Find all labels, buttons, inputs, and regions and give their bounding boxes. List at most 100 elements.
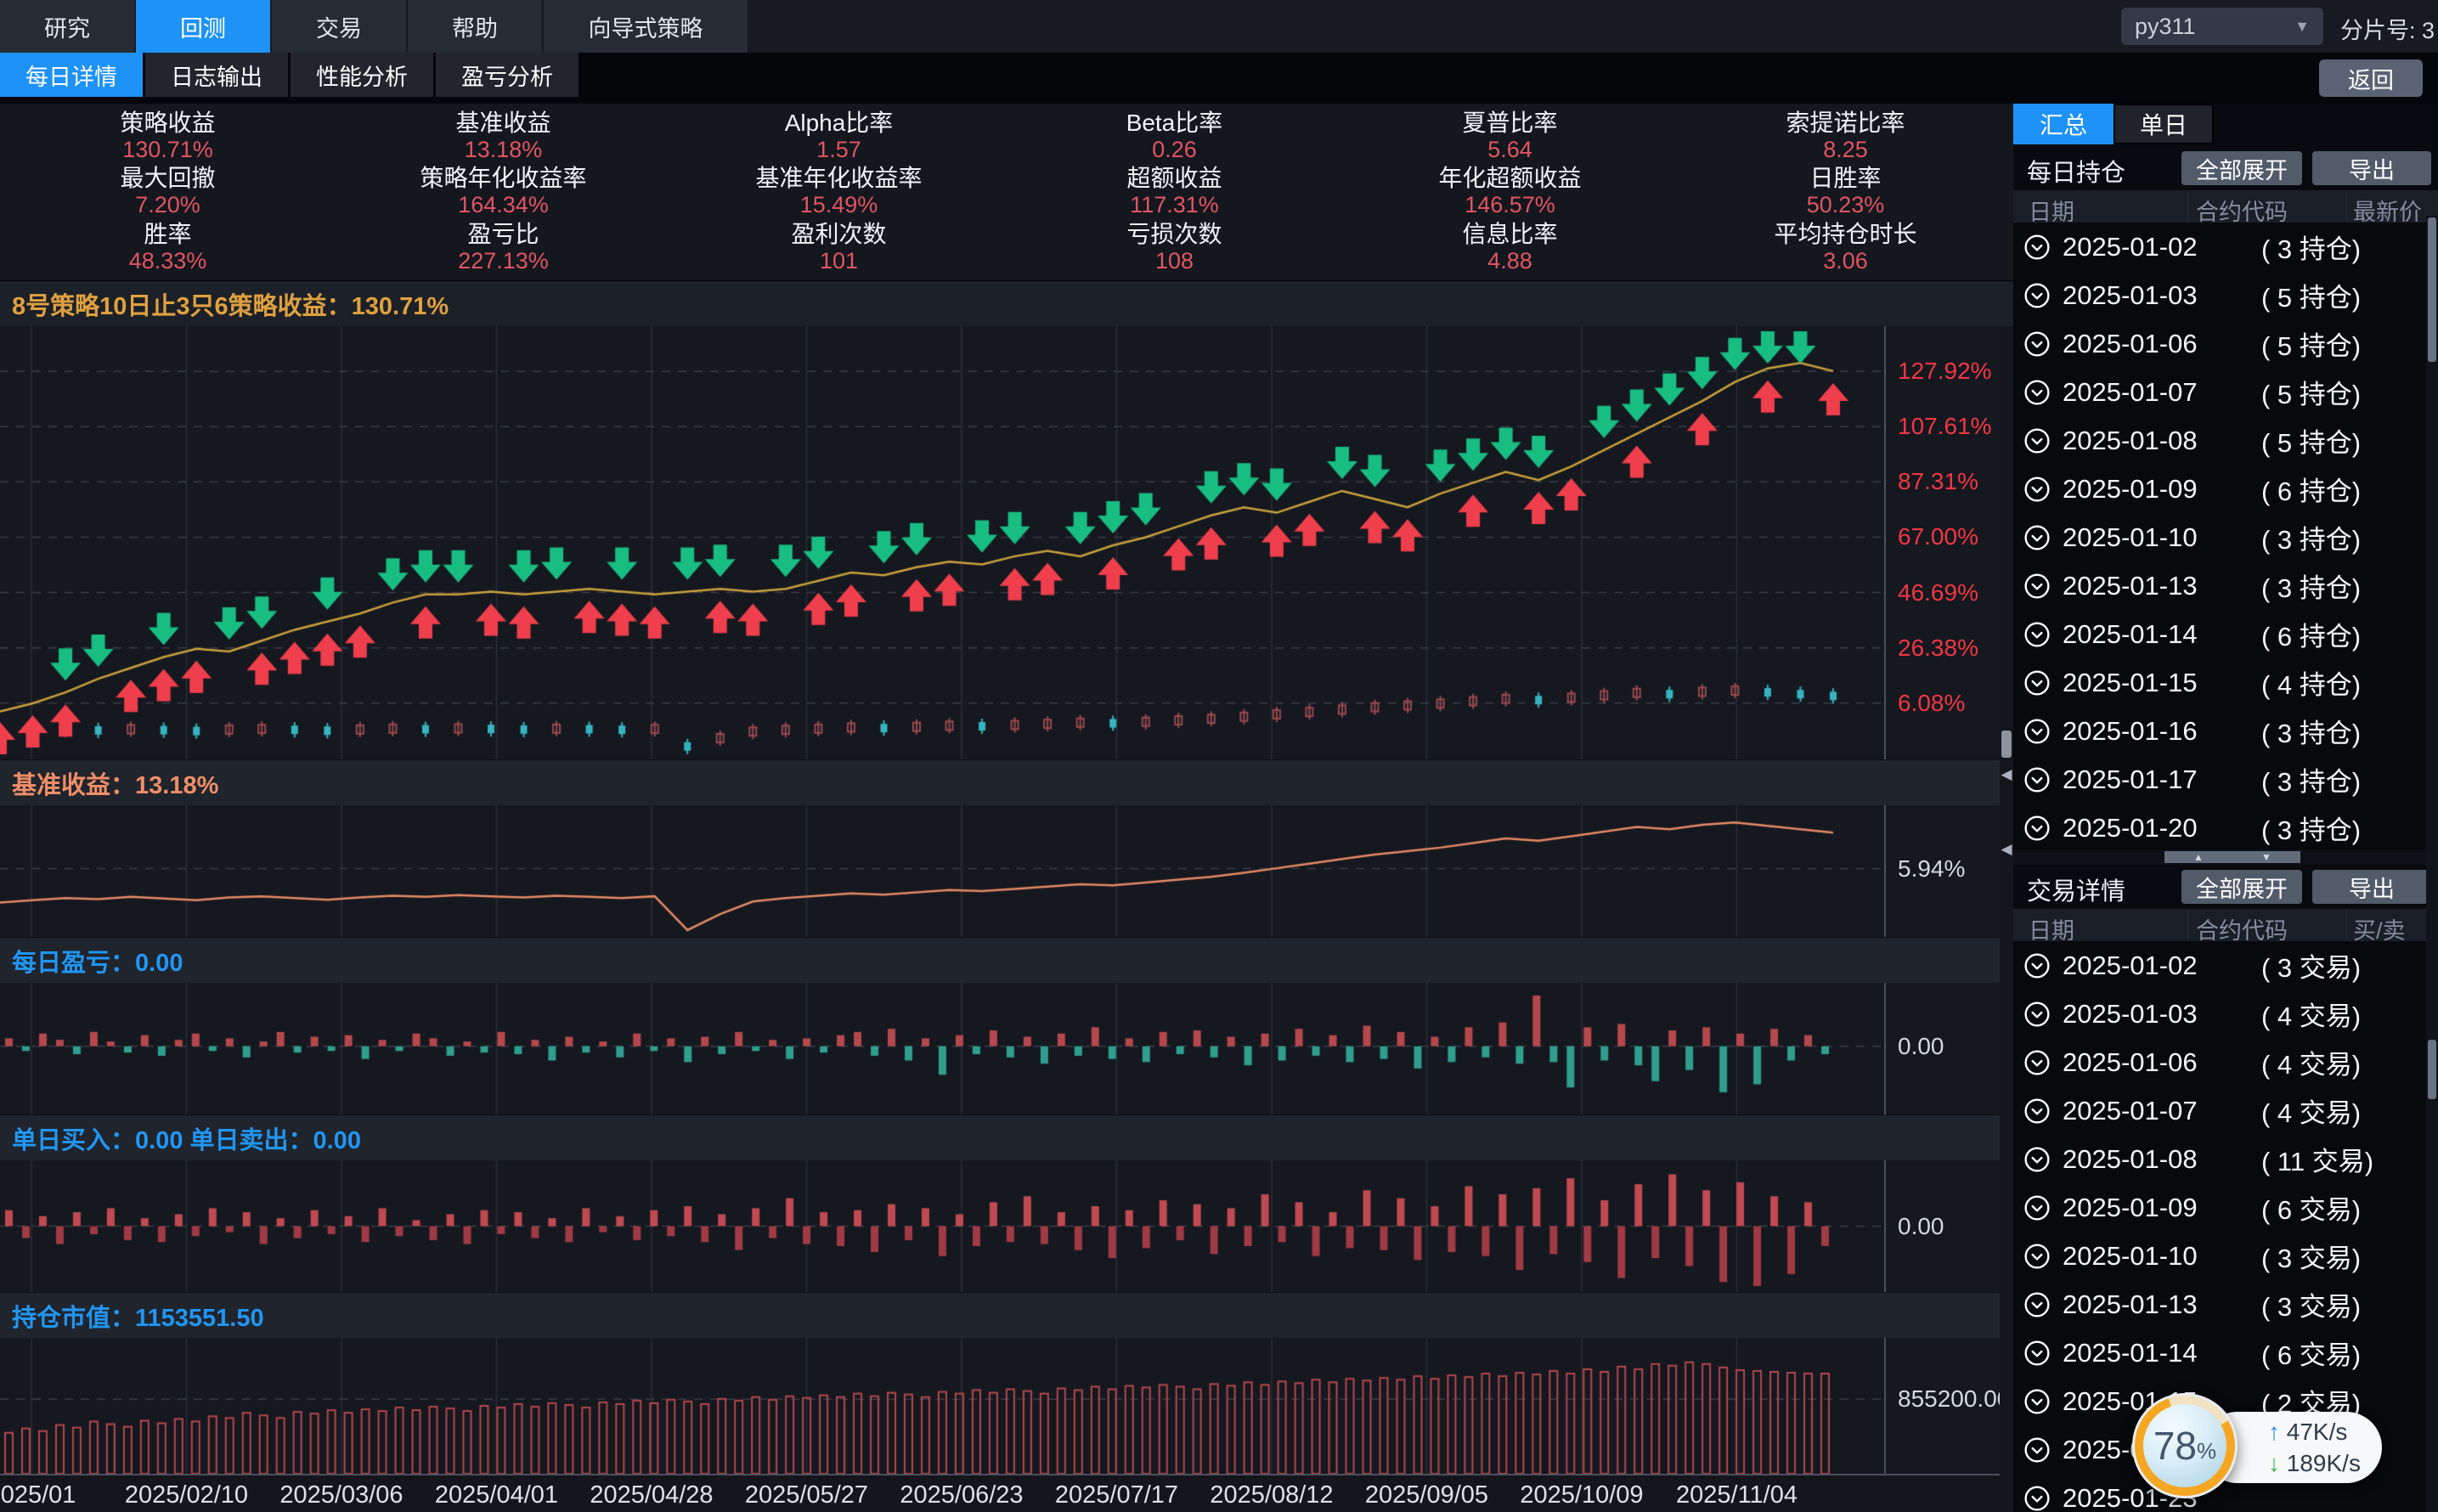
x-tick-2025/08/12: 2025/08/12	[1210, 1481, 1333, 1509]
tab-日志输出[interactable]: 日志输出	[145, 53, 288, 97]
trade-row[interactable]: 2025-01-06( 4 交易)	[2013, 1038, 2438, 1086]
charts-scrollbar-thumb[interactable]	[2001, 731, 2012, 758]
trade-count: ( 6 交易)	[2261, 1334, 2361, 1372]
metric-label: 盈亏比	[467, 221, 539, 248]
chevron-down-circle-icon[interactable]	[2023, 1485, 2051, 1512]
y-tick-46.69%: 46.69%	[1898, 579, 1978, 606]
chevron-down-circle-icon[interactable]	[2023, 330, 2051, 358]
chevron-down-circle-icon[interactable]	[2023, 952, 2051, 979]
trade-row[interactable]: 2025-01-02( 3 交易)	[2013, 941, 2438, 990]
holding-row[interactable]: 2025-01-06( 5 持仓)	[2013, 319, 2438, 368]
tab-单日[interactable]: 单日	[2113, 104, 2214, 144]
shard-label: 分片号: 3	[2340, 12, 2435, 45]
chevron-down-circle-icon[interactable]	[2023, 718, 2051, 745]
trade-row[interactable]: 2025-01-03( 4 交易)	[2013, 990, 2438, 1038]
chevron-down-circle-icon[interactable]	[2023, 573, 2051, 600]
daily-pnl-chart-canvas	[0, 983, 1884, 1114]
chevron-down-circle-icon[interactable]	[2023, 815, 2051, 842]
holding-count: ( 3 持仓)	[2261, 518, 2361, 556]
nav-item-向导式策略[interactable]: 向导式策略	[544, 0, 748, 53]
python-env-select[interactable]: py311 ▼	[2121, 8, 2323, 45]
chevron-down-circle-icon[interactable]	[2023, 1049, 2051, 1076]
trades-scrollbar-thumb[interactable]	[2428, 1040, 2436, 1099]
splitter-handle[interactable]: ▲ ▼	[2164, 851, 2300, 863]
chevron-down-circle-icon[interactable]	[2023, 427, 2051, 454]
chevron-down-circle-icon[interactable]	[2023, 1001, 2051, 1028]
metric-平均持仓时长: 平均持仓时长3.06	[1678, 220, 2013, 275]
trade-row[interactable]: 2025-01-13( 3 交易)	[2013, 1280, 2438, 1329]
chevron-down-circle-icon[interactable]	[2023, 1194, 2051, 1221]
tab-性能分析[interactable]: 性能分析	[291, 53, 433, 97]
holding-row[interactable]: 2025-01-15( 4 持仓)	[2013, 658, 2438, 707]
holding-row[interactable]: 2025-01-10( 3 持仓)	[2013, 513, 2438, 561]
holding-date: 2025-01-14	[2063, 619, 2214, 650]
holding-row[interactable]: 2025-01-16( 3 持仓)	[2013, 707, 2438, 755]
x-tick-2025/09/05: 2025/09/05	[1365, 1481, 1488, 1509]
trade-row[interactable]: 2025-01-08( 11 交易)	[2013, 1135, 2438, 1183]
tab-盈亏分析[interactable]: 盈亏分析	[436, 53, 578, 97]
chevron-down-circle-icon[interactable]	[2023, 621, 2051, 648]
holding-row[interactable]: 2025-01-08( 5 持仓)	[2013, 416, 2438, 465]
chevron-down-circle-icon[interactable]	[2023, 669, 2051, 697]
splitter-down-icon[interactable]: ▼	[2261, 852, 2272, 862]
trade-row[interactable]: 2025-01-07( 4 交易)	[2013, 1086, 2438, 1135]
holding-row[interactable]: 2025-01-20( 3 持仓)	[2013, 804, 2438, 849]
chevron-down-circle-icon[interactable]	[2023, 476, 2051, 503]
chevron-down-circle-icon[interactable]	[2023, 379, 2051, 406]
metric-基准收益: 基准收益13.18%	[336, 109, 671, 164]
metric-value: 50.23%	[1807, 192, 1885, 218]
holding-row[interactable]: 2025-01-17( 3 持仓)	[2013, 755, 2438, 804]
metric-基准年化收益率: 基准年化收益率15.49%	[671, 164, 1007, 219]
splitter-up-icon[interactable]: ▲	[2193, 852, 2204, 862]
trade-row[interactable]: 2025-01-09( 6 交易)	[2013, 1183, 2438, 1232]
holding-date: 2025-01-06	[2063, 329, 2214, 359]
chevron-down-circle-icon[interactable]	[2023, 282, 2051, 309]
chevron-down-circle-icon[interactable]	[2023, 1291, 2051, 1318]
metric-label: 策略收益	[120, 110, 215, 137]
holdings-expand-all-button[interactable]: 全部展开	[2181, 151, 2302, 185]
holdings-scrollbar-thumb[interactable]	[2428, 217, 2436, 362]
back-button[interactable]: 返回	[2319, 59, 2423, 97]
chevron-down-circle-icon[interactable]	[2023, 766, 2051, 793]
nav-item-研究[interactable]: 研究	[0, 0, 134, 53]
chevron-down-circle-icon[interactable]	[2023, 1097, 2051, 1125]
trades-expand-all-button[interactable]: 全部展开	[2181, 870, 2302, 904]
metric-日胜率: 日胜率50.23%	[1678, 164, 2013, 219]
holding-row[interactable]: 2025-01-14( 6 持仓)	[2013, 610, 2438, 658]
chevron-down-circle-icon[interactable]	[2023, 1340, 2051, 1367]
holding-count: ( 5 持仓)	[2261, 373, 2361, 411]
collapse-left-icon[interactable]: ◀	[2000, 841, 2013, 858]
trades-export-button[interactable]: 导出	[2312, 870, 2431, 904]
metric-value: 5.64	[1487, 137, 1532, 163]
chevron-down-circle-icon[interactable]	[2023, 1388, 2051, 1415]
chevron-down-circle-icon[interactable]	[2023, 1436, 2051, 1464]
holdings-export-button[interactable]: 导出	[2312, 151, 2431, 185]
benchmark-label-bar: 基准收益：13.18%	[0, 759, 2013, 805]
holding-row[interactable]: 2025-01-07( 5 持仓)	[2013, 368, 2438, 416]
right-panel-scrollbar[interactable]	[2426, 216, 2438, 1512]
holding-row[interactable]: 2025-01-03( 5 持仓)	[2013, 271, 2438, 319]
y-tick-87.31%: 87.31%	[1898, 468, 1978, 495]
trade-row[interactable]: 2025-01-14( 6 交易)	[2013, 1329, 2438, 1377]
nav-item-帮助[interactable]: 帮助	[408, 0, 542, 53]
nav-item-回测[interactable]: 回测	[136, 0, 270, 53]
charts-scrollbar[interactable]: ◀ ◀	[2000, 326, 2013, 1512]
holding-row[interactable]: 2025-01-13( 3 持仓)	[2013, 561, 2438, 610]
chevron-down-circle-icon[interactable]	[2023, 234, 2051, 261]
holding-row[interactable]: 2025-01-09( 6 持仓)	[2013, 465, 2438, 513]
progress-circle[interactable]: 78%	[2132, 1393, 2238, 1498]
tab-每日详情[interactable]: 每日详情	[0, 53, 143, 97]
nav-item-交易[interactable]: 交易	[272, 0, 406, 53]
holding-row[interactable]: 2025-01-02( 3 持仓)	[2013, 223, 2438, 271]
chevron-down-circle-icon[interactable]	[2023, 1243, 2051, 1270]
chevron-down-circle-icon[interactable]	[2023, 524, 2051, 551]
summary-tabs: 汇总单日	[2013, 104, 2438, 146]
tab-汇总[interactable]: 汇总	[2013, 104, 2113, 144]
trades-header: 日期 合约代码 买/卖	[2013, 909, 2438, 941]
chevron-down-circle-icon[interactable]	[2023, 1146, 2051, 1173]
market-value-y-axis: 855200.00	[1884, 1338, 2012, 1474]
collapse-left-icon[interactable]: ◀	[2000, 766, 2013, 783]
trade-row[interactable]: 2025-01-10( 3 交易)	[2013, 1232, 2438, 1280]
metric-value: 8.25	[1823, 137, 1868, 163]
x-tick-2025/06/23: 2025/06/23	[900, 1481, 1023, 1509]
